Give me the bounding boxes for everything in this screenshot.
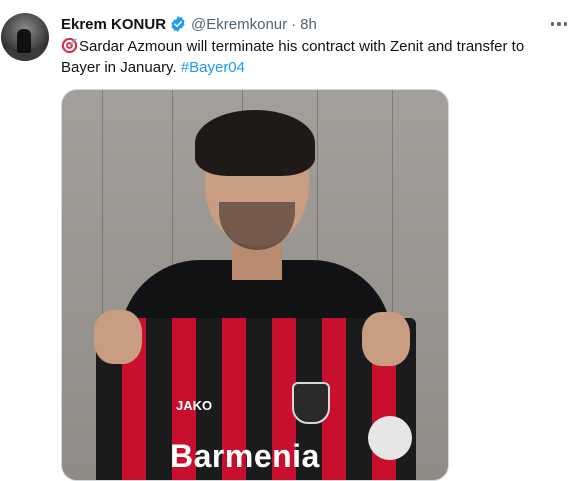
jersey-sponsor-text: Barmenia [170, 438, 320, 474]
jersey-brand-text: JAKO [176, 398, 213, 413]
person-beard [219, 202, 295, 250]
hashtag-link[interactable]: #Bayer04 [181, 59, 245, 76]
avatar[interactable] [1, 13, 49, 61]
tweet-timestamp[interactable]: 8h [300, 16, 317, 33]
tweet-media-photo[interactable]: JAKO Barmenia [61, 89, 449, 481]
more-dot [557, 22, 561, 26]
avatar-figure [17, 29, 31, 53]
direct-hit-target-icon [61, 37, 78, 54]
tweet-body-text: Sardar Azmoun will terminate his contrac… [61, 38, 525, 76]
more-options-button[interactable] [547, 12, 571, 36]
club-crest-icon [292, 382, 330, 424]
person-hair [195, 110, 315, 176]
author-name[interactable]: Ekrem KONUR [61, 16, 166, 33]
mascot-badge-icon [368, 416, 412, 460]
left-hand [94, 310, 142, 364]
author-handle[interactable]: @Ekremkonur [191, 16, 287, 33]
tweet-header: Ekrem KONUR @Ekremkonur · 8h [61, 13, 317, 35]
more-dot [563, 22, 568, 26]
more-dots-icon [550, 22, 555, 26]
verified-badge-icon [169, 15, 187, 33]
tweet-text: Sardar Azmoun will terminate his contrac… [61, 36, 561, 78]
right-hand [362, 312, 410, 366]
header-separator: · [291, 15, 297, 33]
